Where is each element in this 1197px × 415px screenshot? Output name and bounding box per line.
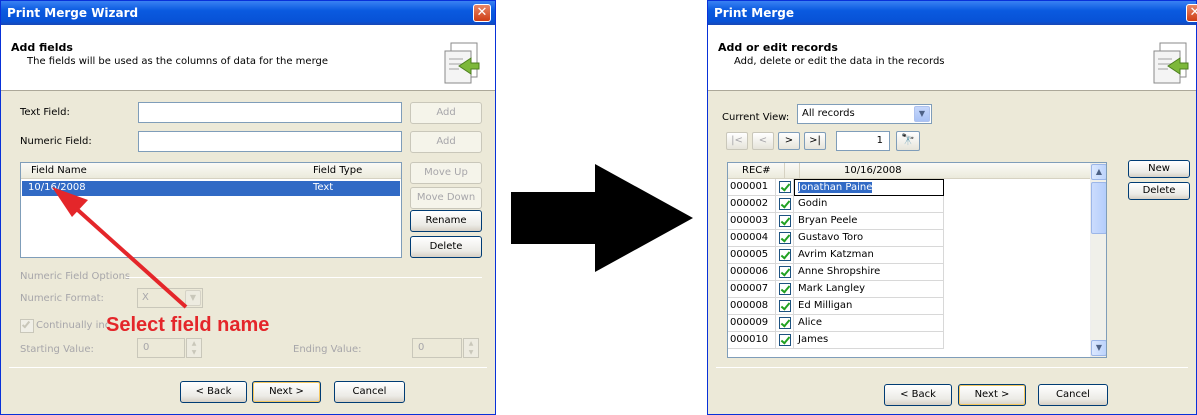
record-value-cell[interactable]: Avrim Katzman [794, 247, 944, 264]
current-view-value: All records [802, 108, 855, 119]
records-grid-header: REC# 10/16/2008 [728, 163, 1090, 179]
merge-close-button[interactable]: ✕ [1186, 4, 1197, 22]
record-value-editor[interactable]: Jonathan Paine [794, 179, 944, 196]
merge-header-subtitle: Add, delete or edit the data in the reco… [734, 56, 945, 67]
records-scrollbar[interactable]: ▲ ▼ [1090, 163, 1106, 357]
close-icon: ✕ [1189, 5, 1197, 20]
include-cell [776, 315, 794, 332]
merge-next-button[interactable]: Next > [958, 384, 1026, 406]
record-value-cell[interactable]: Mark Langley [794, 281, 944, 298]
include-cell [776, 264, 794, 281]
right-arrow-icon [511, 164, 693, 272]
include-record-checkbox[interactable] [779, 300, 791, 312]
select-field-name-annotation: Select field name [106, 314, 270, 336]
chevron-down-icon[interactable]: ▼ [914, 106, 930, 122]
record-number: 1 [876, 135, 883, 146]
delete-record-button[interactable]: Delete [1128, 182, 1190, 200]
table-row[interactable]: 000002 Godin [728, 196, 1090, 213]
record-number-input[interactable]: 1 [836, 131, 890, 151]
print-merge-window: Print Merge ✕ Add or edit records Add, d… [707, 0, 1197, 415]
rec-number-cell: 000010 [728, 332, 776, 349]
table-row[interactable]: 000007 Mark Langley [728, 281, 1090, 298]
include-record-checkbox[interactable] [779, 266, 791, 278]
include-cell [776, 230, 794, 247]
table-row[interactable]: 000004 Gustavo Toro [728, 230, 1090, 247]
include-cell [776, 196, 794, 213]
scroll-up-icon[interactable]: ▲ [1091, 164, 1106, 180]
column-rec-number[interactable]: REC# [742, 165, 771, 176]
rec-number-cell: 000005 [728, 247, 776, 264]
rec-number-cell: 000001 [728, 179, 776, 196]
table-row[interactable]: 000005 Avrim Katzman [728, 247, 1090, 264]
table-row[interactable]: 000001 Jonathan Paine [728, 179, 1090, 196]
current-view-select[interactable]: All records ▼ [797, 104, 932, 124]
include-cell [776, 298, 794, 315]
find-record-button[interactable]: 🔭 [896, 131, 920, 151]
include-cell [776, 281, 794, 298]
table-row[interactable]: 000008 Ed Milligan [728, 298, 1090, 315]
rec-number-cell: 000009 [728, 315, 776, 332]
table-row[interactable]: 000010 James [728, 332, 1090, 349]
print-merge-icon [1153, 42, 1189, 84]
record-value-cell[interactable]: Ed Milligan [794, 298, 944, 315]
include-record-checkbox[interactable] [779, 317, 791, 329]
merge-footer-divider [716, 367, 1188, 368]
column-field-10-16-2008[interactable]: 10/16/2008 [844, 165, 902, 176]
merge-cancel-button[interactable]: Cancel [1038, 384, 1108, 406]
table-row[interactable]: 000003 Bryan Peele [728, 213, 1090, 230]
red-pointer-arrow [52, 187, 188, 309]
selected-text: Jonathan Paine [798, 182, 873, 193]
include-record-checkbox[interactable] [779, 232, 791, 244]
include-cell [776, 213, 794, 230]
merge-header: Add or edit records Add, delete or edit … [708, 25, 1196, 91]
scroll-down-icon[interactable]: ▼ [1091, 340, 1106, 356]
merge-back-button[interactable]: < Back [884, 384, 952, 406]
merge-header-title: Add or edit records [718, 41, 838, 54]
include-record-checkbox[interactable] [779, 198, 791, 210]
include-record-checkbox[interactable] [779, 215, 791, 227]
record-value-cell[interactable]: Gustavo Toro [794, 230, 944, 247]
rec-number-cell: 000003 [728, 213, 776, 230]
previous-record-button[interactable]: < [752, 132, 774, 150]
merge-title: Print Merge [714, 6, 795, 20]
table-row[interactable]: 000006 Anne Shropshire [728, 264, 1090, 281]
include-record-checkbox[interactable] [779, 181, 791, 193]
table-row[interactable]: 000009 Alice [728, 315, 1090, 332]
record-value-cell[interactable]: Alice [794, 315, 944, 332]
record-value-cell[interactable]: Bryan Peele [794, 213, 944, 230]
new-record-button[interactable]: New [1128, 160, 1190, 178]
record-value-cell[interactable]: James [794, 332, 944, 349]
record-value-cell[interactable]: Anne Shropshire [794, 264, 944, 281]
rec-number-cell: 000006 [728, 264, 776, 281]
records-grid[interactable]: REC# 10/16/2008 000001 Jonathan Paine 0000… [727, 162, 1107, 358]
record-value-cell[interactable]: Godin [794, 196, 944, 213]
include-record-checkbox[interactable] [779, 334, 791, 346]
include-cell [776, 247, 794, 264]
rec-number-cell: 000002 [728, 196, 776, 213]
include-cell [776, 332, 794, 349]
include-record-checkbox[interactable] [779, 283, 791, 295]
scroll-thumb[interactable] [1091, 182, 1106, 234]
first-record-button[interactable]: |< [726, 132, 748, 150]
last-record-button[interactable]: >| [804, 132, 826, 150]
binoculars-icon: 🔭 [901, 133, 915, 146]
current-view-label: Current View: [722, 112, 790, 123]
column-checkbox[interactable] [784, 163, 800, 179]
include-record-checkbox[interactable] [779, 249, 791, 261]
rec-number-cell: 000008 [728, 298, 776, 315]
next-record-button[interactable]: > [778, 132, 800, 150]
merge-title-bar[interactable]: Print Merge [708, 1, 1196, 25]
rec-number-cell: 000004 [728, 230, 776, 247]
rec-number-cell: 000007 [728, 281, 776, 298]
include-cell [776, 179, 794, 196]
